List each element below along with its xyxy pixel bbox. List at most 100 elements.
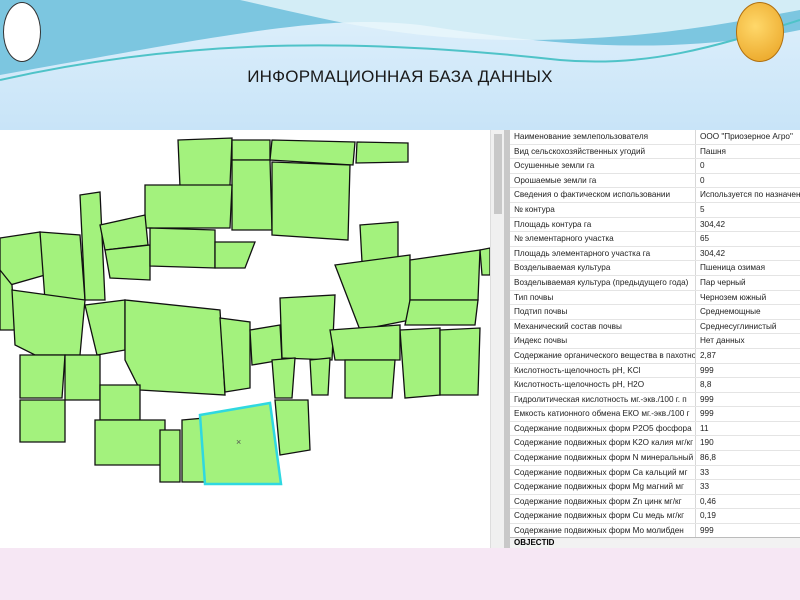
parcel[interactable] [64, 354, 101, 401]
attribute-row[interactable]: Содержание подвижных форм P2O5 фосфора 11 [510, 421, 800, 437]
wave-decoration [0, 0, 800, 81]
attribute-row[interactable]: Содержание подвижных форм Zn цинк мг/кг 0… [510, 494, 800, 510]
attribute-row[interactable]: Осушенные земли га 0 [510, 159, 800, 174]
parcel[interactable] [144, 184, 233, 229]
attribute-value: 0 [700, 175, 705, 185]
attribute-name: Наименование землепользователя [510, 130, 696, 144]
slide-footer-band [0, 548, 800, 600]
attribute-name: № элементарного участка [510, 232, 696, 246]
attribute-row[interactable]: Возделываемая культура (предыдущего года… [510, 275, 800, 291]
attribute-row[interactable]: № контура 5 [510, 202, 800, 218]
attribute-row[interactable]: Наименование землепользователя ООО "Приоз… [510, 130, 800, 145]
parcel[interactable] [39, 231, 86, 301]
parcel[interactable] [334, 254, 411, 331]
objectid-column-header[interactable]: OBJECTID [510, 537, 800, 548]
parcel[interactable] [479, 247, 491, 276]
parcel[interactable] [177, 137, 233, 188]
attribute-name: Содержание органического вещества в пахо… [510, 348, 696, 363]
scrollbar-thumb[interactable] [494, 134, 502, 214]
parcel[interactable] [231, 139, 271, 161]
attribute-row[interactable]: Индекс почвы Нет данных [510, 334, 800, 349]
parcel[interactable] [159, 429, 181, 483]
parcel[interactable] [329, 324, 401, 361]
attribute-row[interactable]: Кислотность-щелочность pH, KCl 999 [510, 363, 800, 379]
attribute-value: 304,42 [700, 248, 726, 258]
parcel[interactable] [269, 139, 356, 166]
parcel[interactable] [344, 359, 396, 399]
attribute-row[interactable]: Содержание органического вещества в пахо… [510, 348, 800, 364]
parcel[interactable] [309, 357, 331, 396]
attribute-row[interactable]: Вид сельскохозяйственных угодий Пашня [510, 144, 800, 160]
attribute-row[interactable]: Гидролитическая кислотность мг.-экв./100… [510, 392, 800, 408]
map-scrollbar[interactable] [490, 130, 505, 548]
attribute-value: 0,19 [700, 511, 716, 521]
attribute-value: Чернозем южный [700, 292, 767, 302]
attribute-name: Содержание подвижных форм Cu медь мг/кг [510, 509, 696, 524]
parcel-polygons[interactable]: × [0, 130, 491, 548]
attribute-name: Площадь контура га [510, 217, 696, 232]
attribute-row[interactable]: № элементарного участка 65 [510, 232, 800, 247]
parcel[interactable] [279, 294, 336, 361]
parcel[interactable] [399, 327, 441, 399]
attribute-row[interactable]: Содержание подвижных форм K2O калия мг/к… [510, 436, 800, 452]
attribute-value: 8,8 [700, 380, 712, 390]
page-title: ИНФОРМАЦИОННАЯ БАЗА ДАННЫХ [247, 67, 553, 86]
parcel[interactable] [439, 327, 481, 396]
attribute-row[interactable]: Содержание подвижных форм N минеральный 8… [510, 451, 800, 466]
parcel[interactable] [355, 141, 409, 164]
parcel[interactable] [104, 244, 151, 281]
attribute-value: Среднемощные [700, 307, 761, 317]
parcel[interactable] [79, 191, 106, 301]
parcel[interactable] [149, 227, 216, 269]
attribute-row[interactable]: Кислотность-щелочность pH, H2O 8,8 [510, 378, 800, 393]
parcel[interactable] [274, 399, 311, 456]
parcel[interactable] [231, 159, 273, 231]
attribute-row[interactable]: Сведения о фактическом использовании Испо… [510, 188, 800, 203]
attribute-value: 65 [700, 234, 710, 244]
attribute-row[interactable]: Содержание подвижных форм Cu медь мг/кг 0… [510, 509, 800, 525]
attribute-value: 999 [700, 365, 714, 375]
attribute-row[interactable]: Тип почвы Чернозем южный [510, 290, 800, 306]
centroid-marker: × [236, 437, 241, 447]
attribute-value: 304,42 [700, 219, 726, 229]
attribute-name: Содержание подвижных форм Mo молибден [510, 524, 696, 538]
attribute-value: 999 [700, 526, 714, 536]
attribute-row[interactable]: Содержание подвижных форм Ca кальций мг 3… [510, 465, 800, 481]
parcel[interactable] [99, 384, 141, 421]
attribute-value: Среднесуглинистый [700, 321, 777, 331]
attribute-name: Содержание подвижных форм K2O калия мг/к… [510, 436, 696, 451]
attribute-value: 999 [700, 394, 714, 404]
parcel[interactable] [409, 249, 481, 301]
parcel-map[interactable]: × [0, 130, 491, 548]
parcel[interactable] [84, 299, 126, 356]
attribute-name: Кислотность-щелочность pH, H2O [510, 378, 696, 392]
parcel[interactable] [94, 419, 166, 466]
parcel[interactable] [271, 161, 351, 241]
parcel[interactable] [271, 357, 296, 399]
attribute-value: 999 [700, 409, 714, 419]
parcel[interactable] [404, 299, 479, 326]
parcel[interactable] [219, 317, 251, 393]
attribute-row[interactable]: Емкость катионного обмена ЕКО мг.-экв./1… [510, 407, 800, 422]
attribute-row[interactable]: Площадь контура га 304,42 [510, 217, 800, 233]
attribute-row[interactable]: Механический состав почвы Среднесуглинист… [510, 319, 800, 335]
parcel[interactable] [359, 221, 399, 263]
attribute-row[interactable]: Содержание подвижных форм Mg магний мг 33 [510, 480, 800, 495]
agriculture-emblem-logo [736, 2, 784, 62]
attribute-name: Вид сельскохозяйственных угодий [510, 144, 696, 159]
attribute-value: 0 [700, 161, 705, 171]
parcel[interactable] [19, 354, 66, 399]
parcel[interactable] [99, 214, 149, 251]
parcel[interactable] [0, 231, 46, 286]
parcel[interactable] [19, 399, 66, 443]
attribute-row[interactable]: Площадь элементарного участка га 304,42 [510, 246, 800, 262]
parcel[interactable] [124, 299, 226, 396]
parcel[interactable] [214, 241, 256, 269]
attribute-row[interactable]: Возделываемая культура Пшеница озимая [510, 261, 800, 276]
attribute-value: 33 [700, 467, 710, 477]
attribute-name: Сведения о фактическом использовании [510, 188, 696, 202]
attribute-row[interactable]: Подтип почвы Среднемощные [510, 305, 800, 320]
attribute-name: Площадь элементарного участка га [510, 246, 696, 261]
parcel[interactable] [11, 289, 86, 356]
attribute-row[interactable]: Орошаемые земли га 0 [510, 173, 800, 189]
